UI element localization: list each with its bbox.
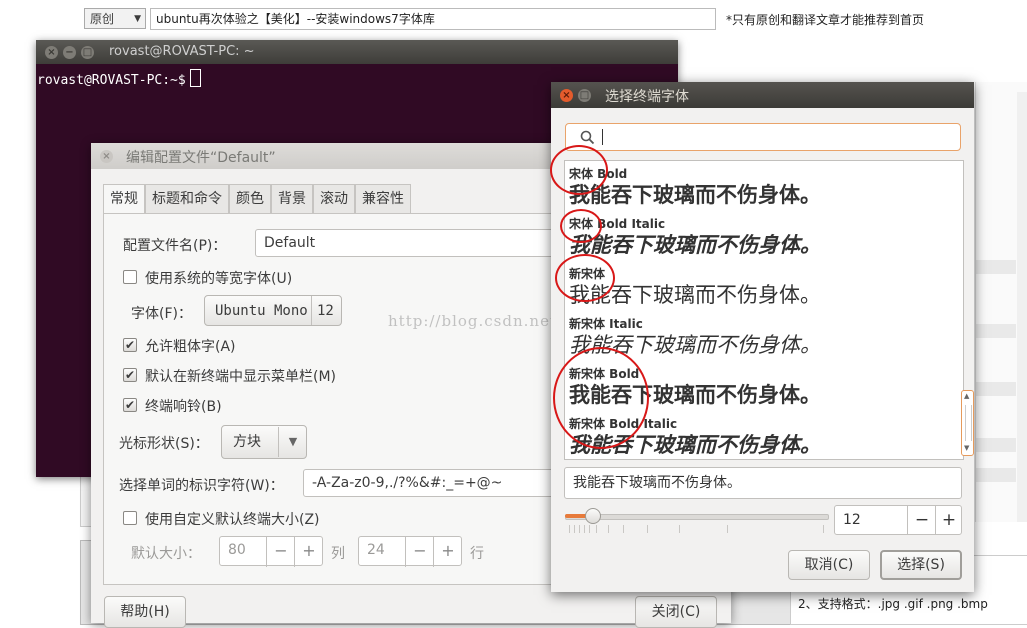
word-chars-label: 选择单词的标识字符(W)： xyxy=(119,478,284,494)
tab-colors[interactable]: 颜色 xyxy=(229,184,271,213)
terminal-bell-checkbox[interactable]: ✔ xyxy=(123,398,137,412)
font-button[interactable]: Ubuntu Mono 12 xyxy=(204,295,342,326)
scroll-up-icon: ▲ xyxy=(964,392,970,400)
profile-dialog-title: 编辑配置文件“Default” xyxy=(126,150,276,166)
cursor-shape-label: 光标形状(S)： xyxy=(119,436,209,452)
rows-increase-button[interactable]: + xyxy=(433,537,462,567)
columns-unit: 列 xyxy=(331,546,345,562)
columns-spin[interactable]: 80 − + xyxy=(219,536,323,567)
web-scrollbar[interactable] xyxy=(1017,92,1027,522)
annotation-circle xyxy=(553,347,649,449)
font-size: 12 xyxy=(311,296,334,325)
category-select[interactable]: 原创 ▼ xyxy=(84,8,146,29)
chevron-down-icon: ▼ xyxy=(278,427,307,457)
font-size-spin[interactable]: 12 − + xyxy=(834,505,962,535)
recommend-note: *只有原创和翻译文章才能推荐到首页 xyxy=(726,13,925,27)
rows-unit: 行 xyxy=(470,546,484,562)
tab-general[interactable]: 常规 xyxy=(103,184,145,215)
maximize-icon[interactable]: □ xyxy=(81,46,94,59)
chevron-down-icon: ▼ xyxy=(134,14,141,24)
font-size-value: 12 xyxy=(843,512,861,528)
terminal-title: rovast@ROVAST-PC: ~ xyxy=(109,44,255,59)
font-search-input[interactable] xyxy=(565,123,961,151)
tab-title-command[interactable]: 标题和命令 xyxy=(145,184,229,213)
profile-tabs: 常规 标题和命令 颜色 背景 滚动 兼容性 xyxy=(103,184,411,215)
slider-ticks xyxy=(569,525,825,533)
columns-value: 80 xyxy=(228,542,246,558)
font-chooser-title: 选择终端字体 xyxy=(605,89,689,105)
help-button[interactable]: 帮助(H) xyxy=(104,596,186,628)
close-icon[interactable]: × xyxy=(45,46,58,59)
scroll-thumb[interactable] xyxy=(965,405,972,441)
close-button[interactable]: 关闭(C) xyxy=(635,596,717,628)
close-icon[interactable]: × xyxy=(100,150,113,163)
columns-decrease-button[interactable]: − xyxy=(266,537,295,567)
tab-compatibility[interactable]: 兼容性 xyxy=(355,184,411,213)
show-menubar-label: 默认在新终端中显示菜单栏(M) xyxy=(145,369,337,385)
font-size-increase-button[interactable]: + xyxy=(935,506,962,534)
font-list-scrollbar[interactable]: ▲ ▼ xyxy=(961,390,974,456)
prompt-text: rovast@ROVAST-PC:~$ xyxy=(37,73,186,88)
cursor-shape-dropdown[interactable]: 方块 ▼ xyxy=(221,425,307,459)
annotation-circle xyxy=(555,254,615,302)
allow-bold-checkbox[interactable]: ✔ xyxy=(123,338,137,352)
profile-name-label: 配置文件名(P)： xyxy=(123,238,227,254)
rows-decrease-button[interactable]: − xyxy=(405,537,434,567)
category-select-value: 原创 xyxy=(90,12,115,26)
font-label: 字体(F)： xyxy=(131,306,192,322)
close-icon[interactable]: × xyxy=(560,89,573,102)
font-name: Ubuntu Mono xyxy=(215,303,308,319)
columns-increase-button[interactable]: + xyxy=(294,537,323,567)
cursor-shape-value: 方块 xyxy=(233,434,261,450)
rows-spin[interactable]: 24 − + xyxy=(358,536,462,567)
custom-size-label: 使用自定义默认终端大小(Z) xyxy=(145,512,320,528)
article-title-input[interactable]: ubuntu再次体验之【美化】--安装windows7字体库 xyxy=(150,8,716,30)
upload-hint: 2、支持格式：.jpg .gif .png .bmp xyxy=(798,597,988,611)
minimize-icon[interactable]: − xyxy=(63,46,76,59)
font-preview-input[interactable]: 我能吞下玻璃而不伤身体。 xyxy=(564,467,962,499)
use-system-font-checkbox[interactable] xyxy=(123,270,137,284)
font-chooser-titlebar[interactable]: × □ 选择终端字体 xyxy=(551,82,974,108)
font-sample[interactable]: 我能吞下玻璃而不伤身体。 xyxy=(569,229,821,259)
select-button[interactable]: 选择(S) xyxy=(880,550,962,580)
show-menubar-checkbox[interactable]: ✔ xyxy=(123,368,137,382)
text-caret xyxy=(602,129,603,145)
scroll-down-icon: ▼ xyxy=(964,444,970,452)
tab-background[interactable]: 背景 xyxy=(271,184,313,213)
terminal-titlebar[interactable]: × − □ rovast@ROVAST-PC: ~ xyxy=(36,40,678,64)
rows-value: 24 xyxy=(367,542,385,558)
cancel-button[interactable]: 取消(C) xyxy=(788,550,870,580)
annotation-circle xyxy=(560,209,602,243)
default-size-label: 默认大小： xyxy=(131,546,201,562)
custom-size-checkbox[interactable] xyxy=(123,511,137,525)
font-size-slider-handle[interactable] xyxy=(585,508,601,524)
use-system-font-label: 使用系统的等宽字体(U) xyxy=(145,271,293,287)
allow-bold-label: 允许粗体字(A) xyxy=(145,339,236,355)
font-sample[interactable]: 我能吞下玻璃而不伤身体。 xyxy=(569,179,821,209)
maximize-icon[interactable]: □ xyxy=(578,89,591,102)
terminal-bell-label: 终端响铃(B) xyxy=(145,399,222,415)
font-size-decrease-button[interactable]: − xyxy=(907,506,936,534)
font-chooser-dialog[interactable]: × □ 选择终端字体 宋体 Bold 我能吞下玻璃而不伤身体。 宋体 Bold … xyxy=(551,82,974,592)
search-icon xyxy=(580,130,595,145)
annotation-circle xyxy=(550,145,608,195)
tab-scrolling[interactable]: 滚动 xyxy=(313,184,355,213)
font-size-slider[interactable] xyxy=(565,514,829,520)
terminal-prompt[interactable]: rovast@ROVAST-PC:~$ xyxy=(37,69,201,88)
terminal-cursor xyxy=(189,69,201,87)
